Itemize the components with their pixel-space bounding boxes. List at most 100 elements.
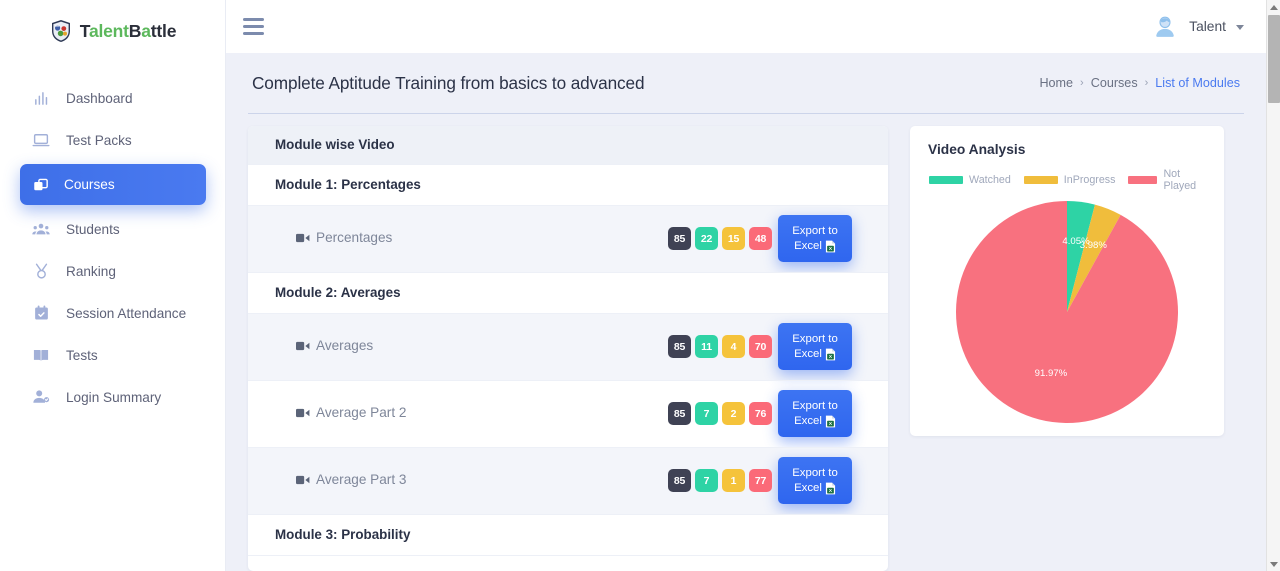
stat-badge-group: 85 7 1 77 [668,469,778,492]
vertical-scrollbar[interactable] [1266,0,1280,571]
stat-badge-group: 85 7 2 76 [668,402,778,425]
stat-badge-green: 11 [695,335,718,358]
export-line2: Excel [794,481,822,494]
book-open-icon [32,346,50,364]
stat-badge-amber: 2 [722,402,745,425]
video-title: Average Part 3 [316,472,407,487]
module-heading-row: Module 3: Probability [248,514,888,556]
export-line1: Export to [792,332,838,345]
sidebar: TalentBattle Dashboard Test Packs Course… [0,0,226,571]
pie-chart[interactable]: 4.05% 3.98% 91.97% [910,192,1224,436]
sidebar-item-dashboard[interactable]: Dashboard [14,80,212,116]
module-row-spacer [778,164,888,206]
layers-copy-icon [32,176,50,194]
legend-item-inprogress[interactable]: InProgress [1023,174,1116,186]
export-cell: Export to Excel X [778,205,888,273]
video-row: Percentages 85 22 15 48 Export to Excel X [248,205,888,273]
laptop-icon [32,131,50,149]
module-row-spacer [656,514,778,556]
sidebar-item-tests[interactable]: Tests [14,337,212,373]
breadcrumb-separator: › [1080,77,1084,89]
export-to-excel-button[interactable]: Export to Excel X [778,457,852,504]
sidebar-item-label: Dashboard [66,90,133,106]
module-table-card: Module wise Video Module 1: Percentages P… [248,126,888,571]
chevron-down-icon[interactable] [1236,25,1244,30]
video-camera-icon [296,340,310,355]
video-title-cell[interactable]: Averages [248,313,656,381]
export-to-excel-button[interactable]: Export to Excel X [778,323,852,370]
module-heading-row: Module 2: Averages [248,272,888,314]
sidebar-item-test-packs[interactable]: Test Packs [14,122,212,158]
sidebar-item-students[interactable]: Students [14,211,212,247]
table-header-actions [778,126,888,165]
export-cell: Export to Excel X [778,380,888,448]
sidebar-item-label: Login Summary [66,389,162,405]
user-menu[interactable]: Talent [1150,12,1244,42]
stat-badge-amber: 15 [722,227,745,250]
video-analysis-card: Video Analysis Watched InProgress Not Pl… [910,126,1224,436]
video-camera-icon [296,232,310,247]
export-to-excel-button[interactable]: Export to Excel X [778,390,852,437]
stat-badge-pink: 70 [749,335,772,358]
scroll-down-arrow-icon[interactable] [1267,557,1280,571]
sidebar-item-label: Students [66,221,120,237]
breadcrumb: Home › Courses › List of Modules [1039,76,1240,90]
stat-badge-dark: 85 [668,335,691,358]
video-stats-cell: 85 11 4 70 [656,313,778,381]
legend-label: InProgress [1063,174,1116,186]
breadcrumb-item-courses[interactable]: Courses [1091,76,1138,90]
hamburger-menu-icon[interactable] [243,18,265,35]
stat-badge-dark: 85 [668,469,691,492]
sidebar-item-login-summary[interactable]: Login Summary [14,379,212,415]
bar-chart-icon [32,89,50,107]
pie-slice-not-played[interactable] [956,201,1178,423]
module-title: Module 1: Percentages [248,164,656,206]
brand-name: TalentBattle [79,20,177,41]
stat-badge-amber: 4 [722,335,745,358]
excel-file-icon: X [825,482,836,495]
video-title-cell[interactable]: Percentages [248,205,656,273]
legend-swatch [1023,176,1058,184]
shield-logo-icon [51,20,70,42]
module-wise-video-table: Module wise Video Module 1: Percentages P… [248,126,888,556]
legend-swatch [929,176,963,184]
sidebar-item-courses[interactable]: Courses [20,164,206,205]
sidebar-item-session-attendance[interactable]: Session Attendance [14,295,212,331]
sidebar-divider [225,0,226,571]
medal-icon [32,262,50,280]
breadcrumb-separator: › [1144,77,1149,89]
stat-badge-dark: 85 [668,227,691,250]
module-title: Module 2: Averages [248,272,656,314]
excel-file-icon: X [825,240,836,253]
video-title-cell[interactable]: Average Part 3 [248,447,656,515]
pie-chart-svg[interactable] [947,192,1187,432]
chart-title: Video Analysis [928,142,1026,157]
user-name: Talent [1189,19,1226,34]
stat-badge-group: 85 11 4 70 [668,335,778,358]
breadcrumb-item-list-of-modules[interactable]: List of Modules [1155,76,1240,90]
legend-item-not-played[interactable]: Not Played [1128,168,1208,192]
page-header: Complete Aptitude Training from basics t… [226,53,1266,114]
table-header-module-wise-video: Module wise Video [248,126,656,165]
scroll-up-arrow-icon[interactable] [1267,0,1280,14]
excel-file-icon: X [825,415,836,428]
module-row-spacer [656,272,778,314]
export-line2: Excel [794,239,822,252]
brand-logo[interactable]: TalentBattle [0,0,226,56]
export-to-excel-button[interactable]: Export to Excel X [778,215,852,262]
scrollbar-thumb[interactable] [1268,15,1280,103]
video-title: Averages [316,338,374,353]
legend-item-watched[interactable]: Watched [929,174,1011,186]
table-header-row: Module wise Video [248,126,888,165]
stat-badge-green: 22 [695,227,718,250]
sidebar-item-label: Ranking [66,263,116,279]
module-heading-row: Module 1: Percentages [248,164,888,206]
stat-badge-green: 7 [695,469,718,492]
sidebar-item-ranking[interactable]: Ranking [14,253,212,289]
table-body: Module 1: Percentages Percentages 85 22 15 48… [248,164,888,556]
stat-badge-group: 85 22 15 48 [668,227,772,250]
breadcrumb-item-home[interactable]: Home [1039,76,1073,90]
sidebar-nav: Dashboard Test Packs Courses Students Ra… [0,80,226,415]
video-stats-cell: 85 7 2 76 [656,380,778,448]
video-title-cell[interactable]: Average Part 2 [248,380,656,448]
